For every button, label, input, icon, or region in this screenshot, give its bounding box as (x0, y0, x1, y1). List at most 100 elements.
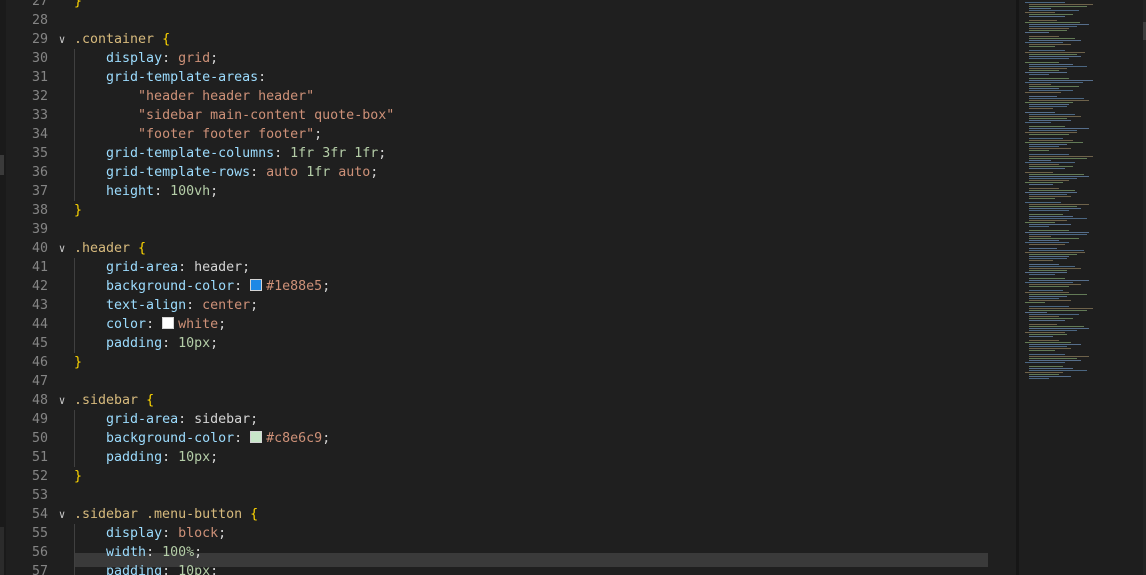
code-line[interactable]: 44 color: white; (0, 315, 1016, 334)
code-line[interactable]: 35 grid-template-columns: 1fr 3fr 1fr; (0, 144, 1016, 163)
code-line[interactable]: 52} (0, 467, 1016, 486)
minimap-line (1025, 292, 1069, 293)
minimap-line (1025, 242, 1069, 243)
code-line[interactable]: 43 text-align: center; (0, 296, 1016, 315)
code-line[interactable]: 40 ∨ .header { (0, 239, 1016, 258)
chevron-down-icon[interactable]: ∨ (56, 505, 68, 524)
minimap-line (1029, 326, 1084, 327)
minimap-line (1025, 132, 1077, 133)
code-line[interactable]: 49 grid-area: sidebar; (0, 410, 1016, 429)
code-line[interactable]: 30 display: grid; (0, 49, 1016, 68)
token-str: "header header header" (138, 89, 315, 104)
code-line[interactable]: 29 ∨ .container { (0, 30, 1016, 49)
code-line[interactable]: 32 "header header header" (0, 87, 1016, 106)
code-line[interactable]: 51 padding: 10px; (0, 448, 1016, 467)
minimap-line (1025, 102, 1073, 103)
minimap-line (1029, 210, 1069, 211)
code-line[interactable]: 31 grid-template-areas: (0, 68, 1016, 87)
code-line[interactable]: 41 grid-area: header; (0, 258, 1016, 277)
token-prop: grid-template-columns (106, 146, 275, 161)
code-line[interactable]: 28 (0, 11, 1016, 30)
token-punc: : (162, 450, 179, 465)
minimap-line (1029, 16, 1065, 17)
chevron-down-icon[interactable]: ∨ (56, 30, 68, 49)
minimap-line (1029, 234, 1087, 235)
code-line[interactable]: 55 display: block; (0, 524, 1016, 543)
code-line[interactable]: 34 "footer footer footer"; (0, 125, 1016, 144)
code-line[interactable]: 57 padding: 10px; (0, 562, 1016, 575)
token-brace: { (250, 507, 259, 522)
code-line[interactable]: 38} (0, 201, 1016, 220)
minimap-line (1029, 64, 1073, 65)
code-line[interactable]: 47 (0, 372, 1016, 391)
code-line[interactable]: 45 padding: 10px; (0, 334, 1016, 353)
code-line[interactable]: 42 background-color: #1e88e5; (0, 277, 1016, 296)
minimap-line (1029, 214, 1063, 215)
token-prop: background-color (106, 431, 235, 446)
code-text: padding: 10px; (74, 448, 218, 467)
token-punc: ; (218, 317, 227, 332)
minimap-line (1025, 92, 1061, 93)
token-val: center (202, 298, 251, 313)
color-swatch[interactable] (250, 279, 263, 291)
code-text: width: 100%; (74, 543, 202, 562)
minimap[interactable] (1019, 0, 1146, 575)
line-number: 42 (31, 279, 48, 294)
token-punc: : (146, 545, 163, 560)
token-num: 1fr (306, 165, 331, 180)
code-area[interactable]: 27} 28 29 ∨ .container {30 display: grid; 31 … (0, 0, 1016, 575)
minimap-line (1029, 126, 1065, 127)
code-line[interactable]: 36 grid-template-rows: auto 1fr auto; (0, 163, 1016, 182)
line-number: 47 (31, 374, 48, 389)
token-punc: : (162, 564, 179, 575)
code-line[interactable]: 48 ∨ .sidebar { (0, 391, 1016, 410)
minimap-line (1025, 202, 1061, 203)
code-line[interactable]: 37 height: 100vh; (0, 182, 1016, 201)
minimap-line (1029, 244, 1065, 245)
minimap-line (1029, 340, 1059, 341)
chevron-down-icon[interactable]: ∨ (56, 239, 68, 258)
minimap-line (1029, 254, 1077, 255)
code-text: } (74, 201, 82, 220)
token-punc: : (186, 298, 203, 313)
line-number: 57 (31, 564, 48, 575)
minimap-line (1025, 72, 1067, 73)
color-swatch[interactable] (250, 431, 263, 443)
code-line[interactable]: 53 (0, 486, 1016, 505)
token-str: "footer footer footer" (138, 127, 315, 142)
token-num: 10px (178, 450, 211, 465)
code-line[interactable]: 50 background-color: #c8e6c9; (0, 429, 1016, 448)
minimap-line (1029, 268, 1081, 269)
minimap-line (1029, 190, 1075, 191)
minimap-line (1029, 44, 1071, 45)
minimap-line (1029, 130, 1077, 131)
code-text: .sidebar .menu-button { (74, 505, 258, 524)
code-text: .container { (74, 30, 170, 49)
chevron-down-icon[interactable]: ∨ (56, 391, 68, 410)
token-punc: : (162, 336, 179, 351)
minimap-line (1029, 324, 1057, 325)
minimap-line (1025, 192, 1077, 193)
token-num: 10px (178, 564, 211, 575)
token-punc: : (274, 146, 291, 161)
color-swatch[interactable] (162, 317, 175, 329)
token-punc: : (154, 184, 171, 199)
code-line[interactable]: 46} (0, 353, 1016, 372)
code-line[interactable]: 54 ∨ .sidebar .menu-button { (0, 505, 1016, 524)
token-val: block (178, 526, 219, 541)
code-line[interactable]: 27} (0, 0, 1016, 11)
code-line[interactable]: 56 width: 100%; (0, 543, 1016, 562)
minimap-line (1029, 8, 1051, 9)
minimap-line (1029, 258, 1067, 259)
code-editor[interactable]: 27} 28 29 ∨ .container {30 display: grid; 31 … (0, 0, 1146, 575)
minimap-line (1029, 26, 1077, 27)
line-number: 29 (31, 32, 48, 47)
minimap-line (1029, 196, 1071, 197)
minimap-line (1029, 330, 1077, 331)
code-line[interactable]: 39 (0, 220, 1016, 239)
code-line[interactable]: 33 "sidebar main-content quote-box" (0, 106, 1016, 125)
